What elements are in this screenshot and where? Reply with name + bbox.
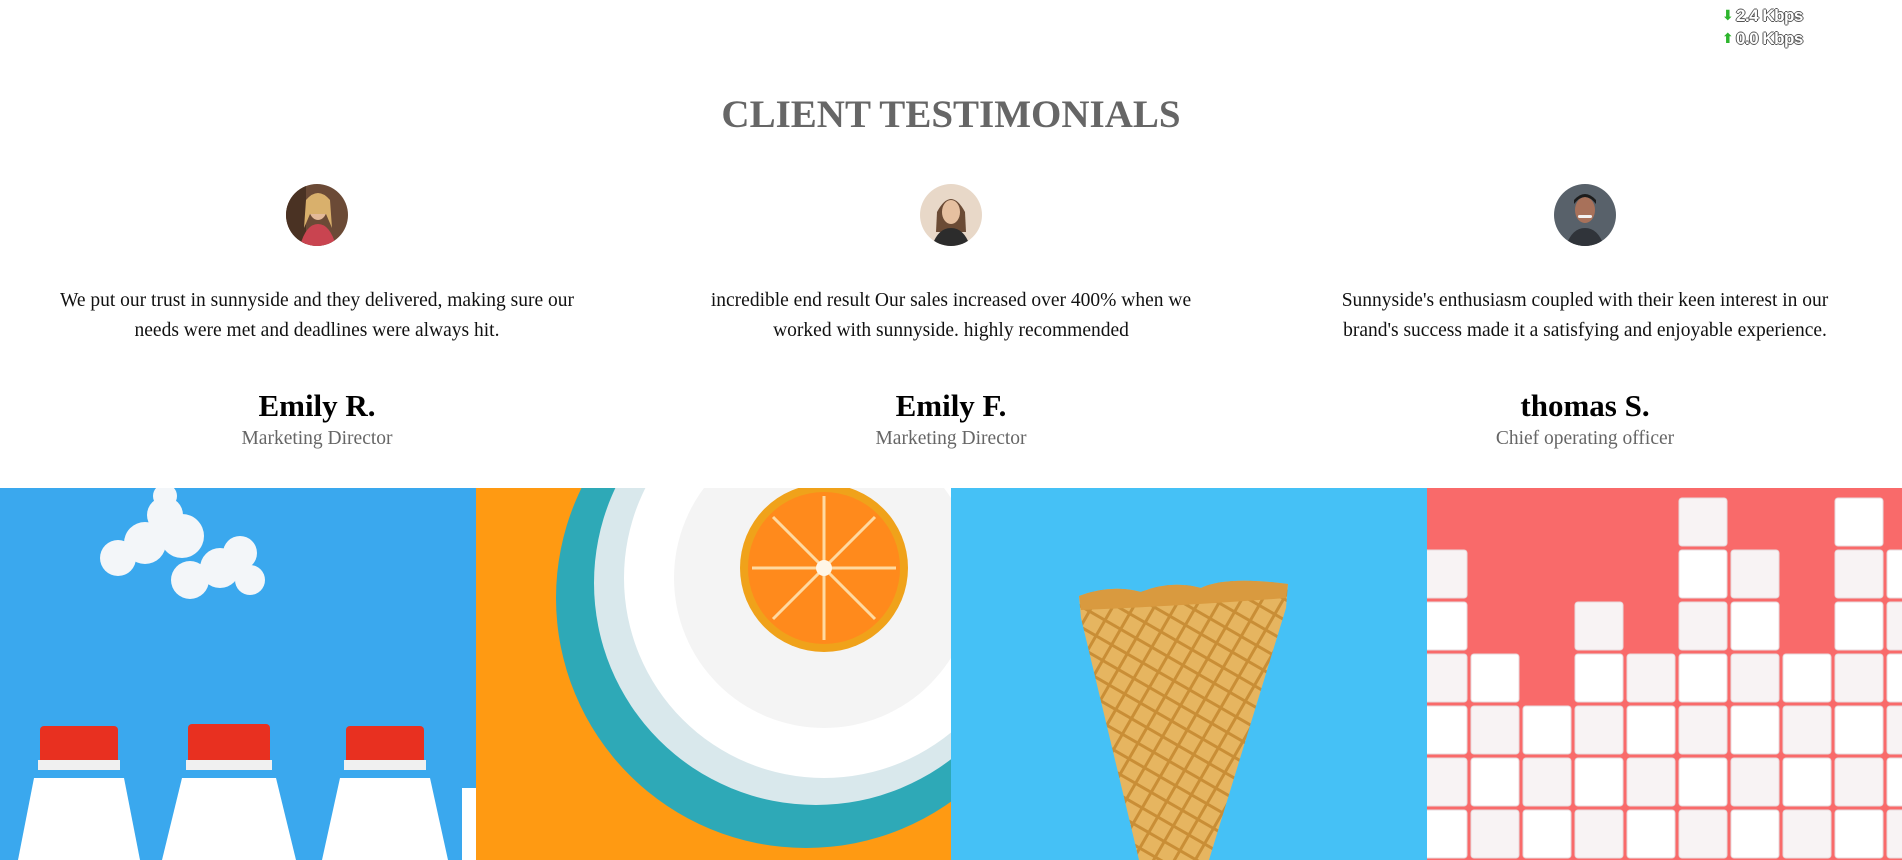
arrow-up-icon: ⬆ — [1722, 30, 1734, 46]
gallery-image-waffle-cone — [951, 488, 1427, 860]
upload-speed: 0.0 Kbps — [1736, 29, 1803, 48]
testimonial-quote: We put our trust in sunnyside and they d… — [60, 290, 574, 341]
image-gallery — [0, 488, 1902, 860]
download-speed-row: ⬇ 2.4 Kbps — [1722, 4, 1803, 27]
avatar — [1554, 184, 1616, 246]
network-speed-widget: ⬇ 2.4 Kbps ⬆ 0.0 Kbps — [1722, 4, 1803, 50]
gallery-image-orange-plate — [475, 488, 951, 860]
testimonial-quote: incredible end result Our sales increase… — [710, 290, 1192, 341]
gallery-image-milk-bottles — [0, 488, 476, 860]
testimonial-name: Emily F. — [895, 388, 1007, 423]
upload-speed-row: ⬆ 0.0 Kbps — [1722, 27, 1803, 50]
section-title: CLIENT TESTIMONIALS — [721, 93, 1181, 136]
avatar — [920, 184, 982, 246]
testimonial-role: Chief operating officer — [1495, 428, 1675, 449]
testimonial-role: Marketing Director — [241, 428, 393, 449]
arrow-down-icon: ⬇ — [1722, 7, 1734, 23]
testimonial-card: Sunnyside's enthusiasm coupled with thei… — [1268, 184, 1902, 451]
testimonial-name: thomas S. — [1520, 388, 1650, 423]
download-speed: 2.4 Kbps — [1736, 6, 1803, 25]
testimonial-name: Emily R. — [258, 388, 376, 423]
testimonial-quote: Sunnyside's enthusiasm coupled with thei… — [1341, 290, 1829, 341]
avatar — [286, 184, 348, 246]
gallery-image-sugar-cubes — [1426, 488, 1902, 860]
testimonial-card: We put our trust in sunnyside and they d… — [0, 184, 634, 451]
testimonial-card: incredible end result Our sales increase… — [634, 184, 1268, 451]
testimonial-role: Marketing Director — [875, 428, 1027, 449]
